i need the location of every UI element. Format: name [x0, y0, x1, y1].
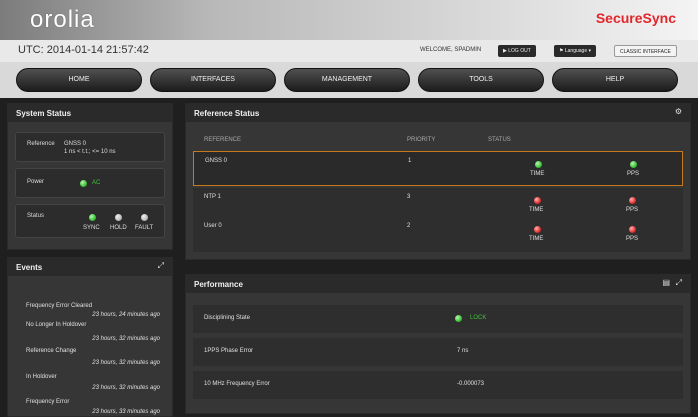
nav-home[interactable]: HOME	[16, 68, 142, 92]
pps-status-icon	[629, 226, 636, 233]
flag-icon: ⚑	[559, 48, 564, 54]
status-label: Status	[27, 213, 45, 219]
perf-value: LOCK	[470, 315, 487, 321]
chart-icon[interactable]: ▤	[662, 278, 670, 287]
chevron-down-icon: ▾	[588, 48, 592, 54]
language-select[interactable]: ⚑ Language ▾	[554, 45, 597, 57]
welcome-text: WELCOME, SPADMIN	[420, 47, 482, 53]
perf-row-phase-error: 1PPS Phase Error 7 ns	[193, 338, 683, 366]
reference-name: NTP 1	[204, 194, 221, 200]
perf-label: 1PPS Phase Error	[204, 348, 254, 354]
reference-label: Reference	[27, 141, 55, 147]
gear-icon[interactable]: ⚙	[675, 107, 682, 116]
event-time: 23 hours, 32 minutes ago	[92, 385, 160, 391]
reference-accuracy: 1 ns < t.t.; <= 10 ns	[64, 149, 116, 155]
sync-indicator-icon	[89, 214, 96, 221]
perf-row-disciplining: Disciplining State LOCK	[193, 305, 683, 333]
system-status-title: System Status	[8, 104, 172, 122]
status-box: Status SYNC HOLD FAULT	[15, 204, 165, 238]
system-status-panel: System Status Reference GNSS 0 1 ns < t.…	[7, 103, 173, 250]
reference-priority: 3	[407, 194, 411, 200]
perf-value: 7 ns	[457, 348, 469, 354]
fault-label: FAULT	[135, 225, 154, 231]
reference-status-panel: Reference Status ⚙ REFERENCE PRIORITY ST…	[185, 103, 691, 260]
header-banner: orolia SecureSync	[0, 0, 698, 40]
time-status-icon	[534, 226, 541, 233]
logout-label: LOG OUT	[508, 48, 531, 54]
pps-status-icon	[630, 161, 637, 168]
reference-name: User 0	[204, 223, 222, 229]
power-value: AC	[92, 180, 101, 186]
reference-priority: 2	[407, 223, 411, 229]
column-header-reference: REFERENCE	[204, 137, 242, 143]
table-row[interactable]: GNSS 0 1 TIME PPS	[193, 151, 683, 186]
hold-label: HOLD	[110, 225, 127, 231]
info-bar: UTC: 2014-01-14 21:57:42 WELCOME, SPADMI…	[0, 40, 698, 62]
pps-label: PPS	[626, 207, 639, 213]
fault-indicator-icon	[141, 214, 148, 221]
reference-status-title: Reference Status	[186, 104, 690, 122]
expand-icon[interactable]: ⤢	[676, 278, 682, 288]
reference-priority: 1	[408, 158, 412, 164]
event-text: No Longer In Holdover	[26, 322, 87, 328]
time-label: TIME	[529, 236, 544, 242]
column-header-priority: PRIORITY	[407, 137, 436, 143]
logout-icon: ▶	[503, 48, 507, 54]
main-nav: HOME INTERFACES MANAGEMENT TOOLS HELP	[0, 62, 698, 98]
reference-box: Reference GNSS 0 1 ns < t.t.; <= 10 ns	[15, 132, 165, 162]
pps-label: PPS	[627, 171, 640, 177]
performance-title: Performance	[186, 275, 690, 293]
hold-indicator-icon	[115, 214, 122, 221]
reference-name: GNSS 0	[205, 158, 228, 164]
event-text: In Holdover	[26, 374, 57, 380]
events-panel: Events ⤢ Frequency Error Cleared 23 hour…	[7, 257, 173, 417]
nav-interfaces[interactable]: INTERFACES	[150, 68, 276, 92]
nav-tools[interactable]: TOOLS	[418, 68, 544, 92]
performance-panel: Performance ▤ ⤢ Disciplining State LOCK …	[185, 274, 691, 414]
event-text: Frequency Error	[26, 399, 70, 405]
events-title: Events	[8, 258, 172, 276]
event-time: 23 hours, 33 minutes ago	[92, 409, 160, 415]
power-status-icon	[80, 180, 87, 187]
event-text: Frequency Error Cleared	[26, 303, 93, 309]
event-text: Reference Change	[26, 348, 77, 354]
pps-status-icon	[629, 197, 636, 204]
time-label: TIME	[529, 207, 544, 213]
nav-help[interactable]: HELP	[552, 68, 678, 92]
perf-row-frequency-error: 10 MHz Frequency Error -0.000073	[193, 371, 683, 399]
classic-interface-button[interactable]: CLASSIC INTERFACE	[614, 45, 677, 57]
power-label: Power	[27, 179, 45, 185]
event-time: 23 hours, 24 minutes ago	[92, 312, 160, 318]
expand-icon[interactable]: ⤢	[158, 261, 164, 271]
column-header-status: STATUS	[488, 137, 511, 143]
nav-management[interactable]: MANAGEMENT	[284, 68, 410, 92]
event-time: 23 hours, 32 minutes ago	[92, 336, 160, 342]
perf-label: Disciplining State	[204, 315, 251, 321]
perf-label: 10 MHz Frequency Error	[204, 381, 270, 387]
language-label: Language	[564, 48, 588, 54]
lock-status-icon	[455, 315, 462, 322]
time-status-icon	[534, 197, 541, 204]
utc-clock: UTC: 2014-01-14 21:57:42	[18, 44, 149, 56]
pps-label: PPS	[626, 236, 639, 242]
time-status-icon	[535, 161, 542, 168]
event-time: 23 hours, 32 minutes ago	[92, 360, 160, 366]
perf-value: -0.000073	[457, 381, 485, 387]
time-label: TIME	[530, 171, 545, 177]
table-row[interactable]: User 0 2 TIME PPS	[193, 217, 683, 252]
sync-label: SYNC	[83, 225, 100, 231]
orolia-logo: orolia	[30, 6, 95, 33]
reference-value: GNSS 0	[64, 141, 87, 147]
product-name: SecureSync	[595, 10, 676, 26]
power-box: Power AC	[15, 168, 165, 198]
logout-button[interactable]: ▶ LOG OUT	[498, 45, 536, 57]
